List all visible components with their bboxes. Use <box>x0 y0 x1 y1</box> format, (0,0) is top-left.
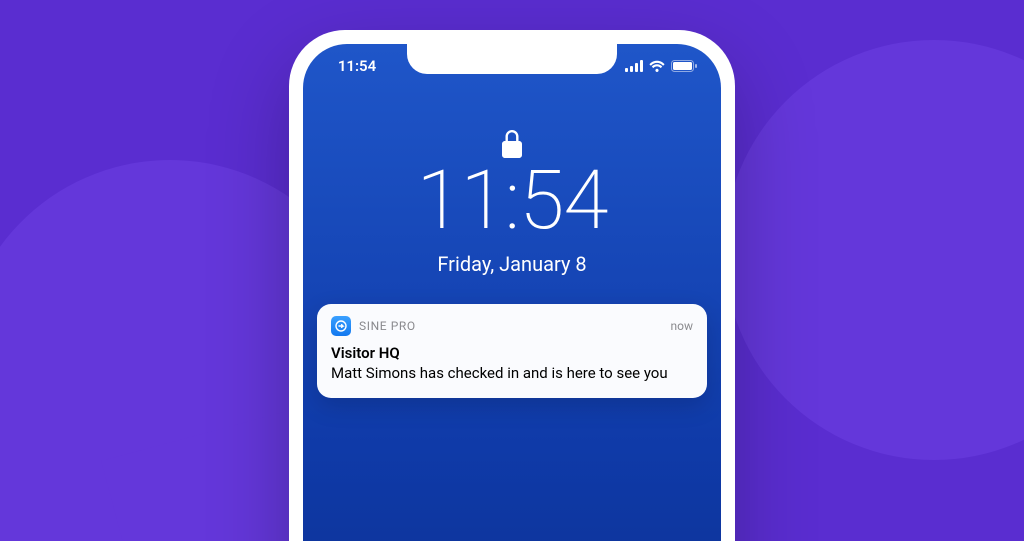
app-icon <box>331 316 351 336</box>
notification-card[interactable]: SINE PRO now Visitor HQ Matt Simons has … <box>317 304 707 398</box>
notification-app-name: SINE PRO <box>359 319 663 333</box>
battery-icon <box>671 60 697 72</box>
notification-timestamp: now <box>671 319 694 333</box>
promo-stage: 11:54 11:54 F <box>0 0 1024 541</box>
notification-title: Visitor HQ <box>331 344 693 362</box>
wifi-icon <box>649 60 665 72</box>
cellular-signal-icon <box>625 60 643 72</box>
notification-header: SINE PRO now <box>331 316 693 336</box>
phone-notch <box>407 44 617 74</box>
status-bar-time: 11:54 <box>327 57 387 75</box>
phone-screen: 11:54 11:54 F <box>303 44 721 541</box>
phone-frame: 11:54 11:54 F <box>289 30 735 541</box>
status-bar-indicators <box>625 60 697 72</box>
notification-body: Matt Simons has checked in and is here t… <box>331 364 693 384</box>
background-shape-circle <box>724 40 1024 460</box>
lock-screen-date: Friday, January 8 <box>303 252 721 276</box>
lock-screen-time: 11:54 <box>303 160 721 242</box>
